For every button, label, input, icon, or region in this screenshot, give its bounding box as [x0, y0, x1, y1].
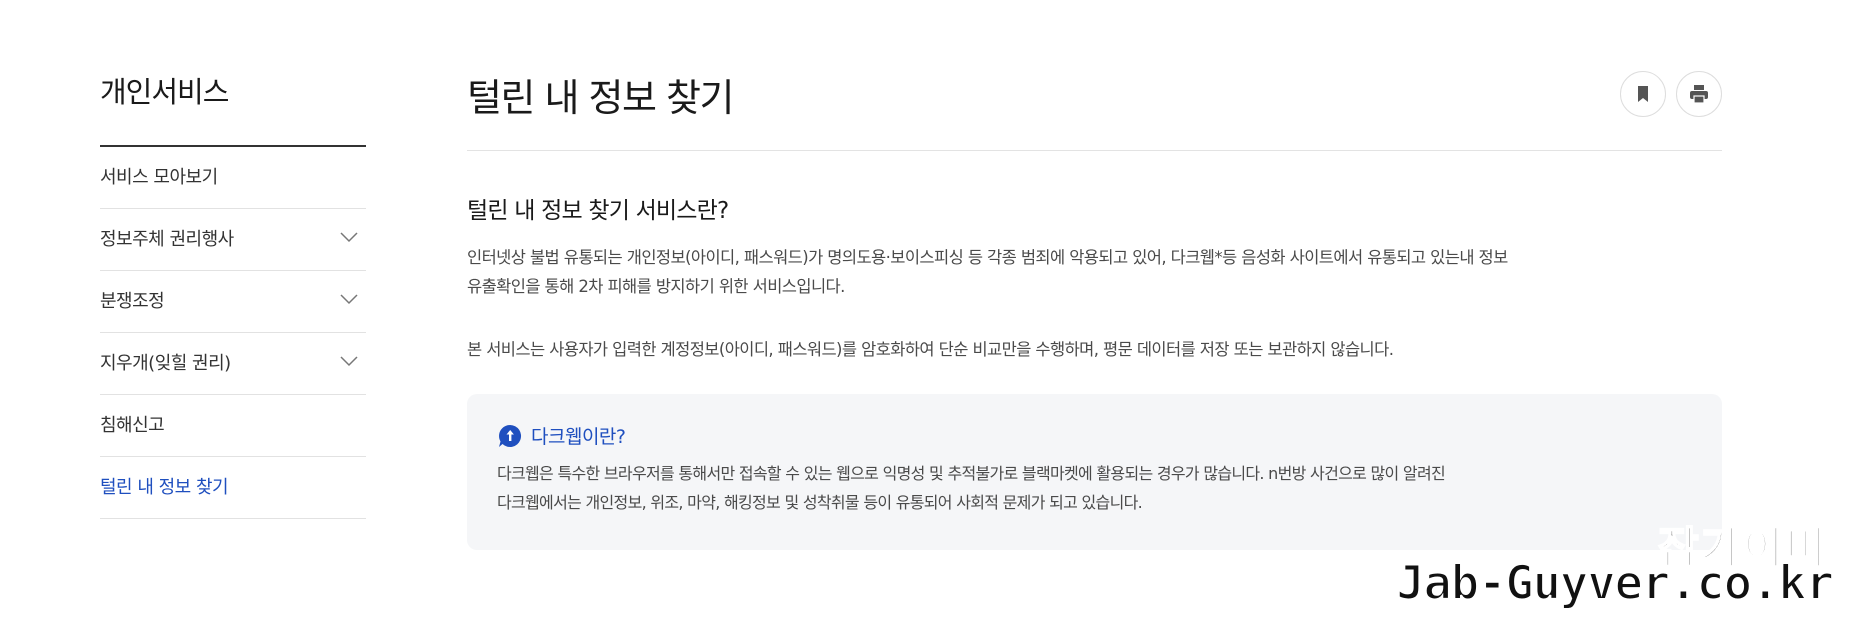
bookmark-button[interactable] [1620, 71, 1666, 117]
info-text: 다크웹은 특수한 브라우저를 통해서만 접속할 수 있는 웹으로 익명성 및 추… [497, 459, 1692, 517]
speech-bubble-icon [499, 424, 522, 447]
sidebar-item-label: 털린 내 정보 찾기 [100, 477, 229, 498]
info-line: 다크웹에서는 개인정보, 위조, 마약, 해킹정보 및 성착취물 등이 유통되어… [497, 493, 1143, 512]
description-paragraph: 인터넷상 불법 유통되는 개인정보(아이디, 패스워드)가 명의도용·보이스피싱… [467, 243, 1722, 301]
sidebar-item-label: 서비스 모아보기 [100, 167, 218, 188]
sidebar-item-eraser[interactable]: 지우개(잊힐 권리) [100, 333, 366, 395]
sidebar-item-label: 침해신고 [100, 415, 165, 436]
description-line: 인터넷상 불법 유통되는 개인정보(아이디, 패스워드)가 명의도용·보이스피싱… [467, 248, 1508, 267]
sidebar-item-label: 지우개(잊힐 권리) [100, 353, 231, 374]
description-line: 유출확인을 통해 2차 피해를 방지하기 위한 서비스입니다. [467, 277, 845, 296]
page-title: 털린 내 정보 찾기 [467, 76, 734, 120]
sidebar-title: 개인서비스 [100, 60, 366, 147]
chevron-down-icon[interactable] [340, 231, 358, 247]
chevron-down-icon[interactable] [340, 355, 358, 371]
sidebar-item-label: 정보주체 권리행사 [100, 229, 234, 250]
chevron-down-icon[interactable] [340, 293, 358, 309]
bookmark-icon [1638, 86, 1648, 102]
info-title: 다크웹이란? [531, 426, 626, 448]
sidebar-item-report[interactable]: 침해신고 [100, 395, 366, 457]
sidebar-item-leaked-info[interactable]: 털린 내 정보 찾기 [100, 457, 366, 519]
page-header: 털린 내 정보 찾기 [467, 60, 1722, 151]
info-line: 다크웹은 특수한 브라우저를 통해서만 접속할 수 있는 웹으로 익명성 및 추… [497, 464, 1446, 483]
watermark-url: Jab-Guyver.co.kr [1395, 555, 1835, 612]
sidebar-item-rights[interactable]: 정보주체 권리행사 [100, 209, 366, 271]
sidebar-item-dispute[interactable]: 분쟁조정 [100, 271, 366, 333]
info-title-row: 다크웹이란? [497, 422, 1692, 449]
section-title: 털린 내 정보 찾기 서비스란? [467, 198, 729, 224]
main-content: 털린 내 정보 찾기 털린 내 정보 찾기 서비스란? 인터넷상 불법 유통되는… [467, 60, 1722, 550]
print-button[interactable] [1676, 71, 1722, 117]
sidebar-item-service-overview[interactable]: 서비스 모아보기 [100, 147, 366, 209]
print-icon [1690, 85, 1708, 104]
sidebar-item-label: 분쟁조정 [100, 291, 165, 312]
sidebar: 개인서비스 서비스 모아보기 정보주체 권리행사 분쟁조정 지우개(잊힐 권리)… [100, 60, 366, 519]
privacy-paragraph: 본 서비스는 사용자가 입력한 계정정보(아이디, 패스워드)를 암호화하여 단… [467, 340, 1394, 359]
darkweb-info-box: 다크웹이란? 다크웹은 특수한 브라우저를 통해서만 접속할 수 있는 웹으로 … [467, 394, 1722, 550]
